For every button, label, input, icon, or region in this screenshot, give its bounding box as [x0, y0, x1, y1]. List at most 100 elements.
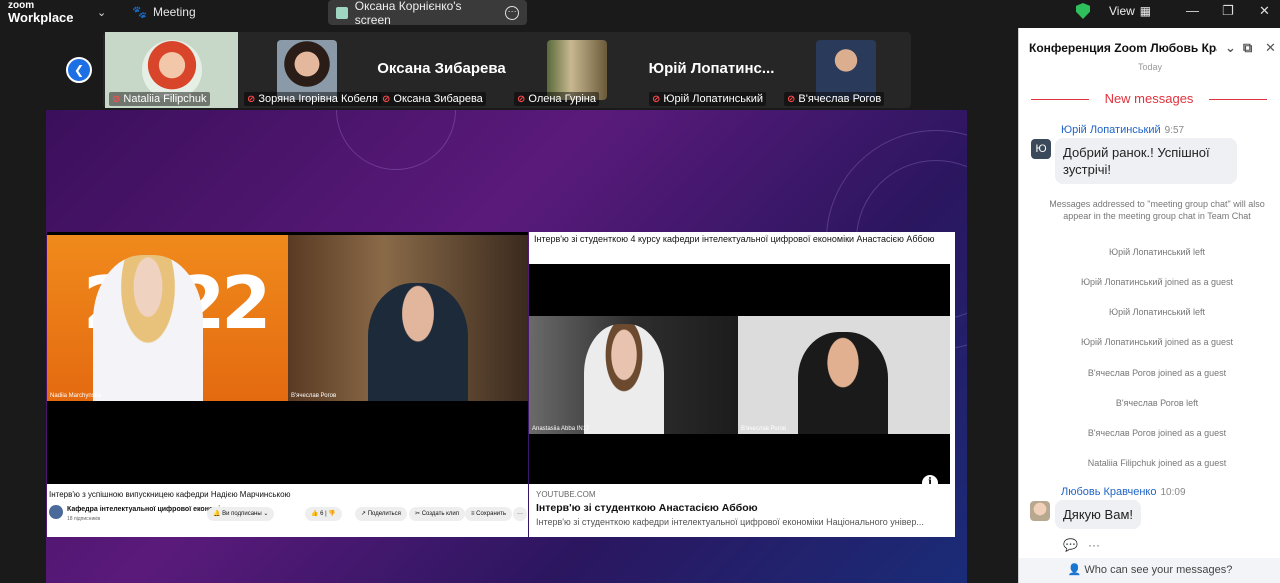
person-image	[798, 332, 888, 434]
message-sender[interactable]: Любовь Кравченко 10:09	[1061, 486, 1186, 498]
participant-name-label: ⊘ В'ячеслав Рогов	[784, 92, 885, 106]
meeting-label: Meeting	[152, 5, 196, 19]
shared-screen: 2022 Nadiia Marchynska В'ячеслав Рогов І…	[46, 110, 967, 583]
chat-panel: Конференция Zoom Любовь Кра... ⌄ ⧉ ✕ Tod…	[1018, 28, 1280, 583]
message-time: 9:57	[1164, 125, 1185, 136]
participant-video	[546, 40, 607, 100]
video-frame-right: В'ячеслав Рогов	[738, 316, 950, 434]
video-frame-left: Anastasiia Abba IN17	[529, 316, 738, 434]
participant-tile[interactable]: Оксана Зибарева ⊘ Оксана Зибарева	[375, 32, 508, 108]
new-messages-divider: New messages	[1031, 91, 1267, 106]
avatar[interactable]	[1030, 501, 1050, 521]
participant-video	[141, 40, 202, 100]
mic-muted-icon: ⊘	[517, 93, 526, 105]
minimize-icon[interactable]: —	[1186, 3, 1199, 18]
screen-share-indicator[interactable]: Оксана Корнієнко's screen ···	[328, 0, 527, 27]
participant-video	[815, 40, 876, 100]
subscribed-button[interactable]: 🔔 Ви подписаны ⌄	[207, 507, 275, 521]
message-time: 10:09	[1160, 487, 1186, 498]
share-button[interactable]: ↗ Поделиться	[355, 507, 407, 521]
system-message: В'ячеслав Рогов joined as a guest	[1087, 428, 1227, 438]
participant-name-label: ⊘ Nataliia Filipchuk	[109, 92, 210, 106]
video-title[interactable]: Інтерв'ю з успішною випускницею кафедри …	[49, 490, 291, 499]
zoom-workplace-logo[interactable]: zoom Workplace	[8, 1, 74, 25]
chevron-down-icon[interactable]: ⌄	[1225, 40, 1236, 56]
participant-tile[interactable]: ⊘ Nataliia Filipchuk	[105, 32, 238, 108]
video-name-tag: Nadiia Marchynska	[50, 393, 102, 399]
participant-tile[interactable]: Юрій Лопатинс... ⊘ Юрій Лопатинський	[645, 32, 778, 108]
video-title[interactable]: Інтерв'ю зі студенткою 4 курсу кафедри і…	[534, 234, 944, 245]
left-video-panel[interactable]: 2022 Nadiia Marchynska В'ячеслав Рогов І…	[47, 232, 528, 537]
previous-page-button[interactable]: ❮	[66, 57, 92, 83]
subscriber-count: 18 підписників	[67, 516, 101, 522]
link-preview-card[interactable]: YOUTUBE.COM Інтерв'ю зі студенткою Анаст…	[529, 484, 955, 537]
message-sender[interactable]: Юрій Лопатинський 9:57	[1061, 124, 1184, 136]
more-options-icon[interactable]: ···	[505, 5, 519, 20]
channel-avatar[interactable]	[49, 505, 63, 519]
brand-line2: Workplace	[8, 10, 74, 25]
participant-big-name: Юрій Лопатинс...	[648, 60, 775, 77]
link-title[interactable]: Інтерв'ю зі студенткою Анастасією Аббою	[536, 502, 758, 514]
chat-title: Конференция Zoom Любовь Кра...	[1029, 41, 1217, 55]
view-button[interactable]: View ▦	[1109, 4, 1151, 18]
more-icon[interactable]: ···	[513, 507, 527, 521]
close-chat-icon[interactable]: ✕	[1265, 40, 1276, 56]
participant-name-label: ⊘ Олена Гуріна	[514, 92, 599, 106]
system-message: Юрій Лопатинський left	[1108, 247, 1206, 257]
message-bubble[interactable]: Добрий ранок.! Успішної зустрічі!	[1055, 138, 1237, 184]
chevron-down-icon[interactable]: ⌄	[97, 6, 106, 19]
right-video-panel[interactable]: Інтерв'ю зі студенткою 4 курсу кафедри і…	[529, 232, 955, 537]
screen-share-label: Оксана Корнієнко's screen	[354, 0, 462, 27]
person-image	[93, 255, 203, 401]
participant-video	[276, 40, 337, 100]
top-bar: zoom Workplace ⌄ 🐾 Meeting Оксана Корніє…	[0, 0, 1018, 28]
video-frame-left: 2022 Nadiia Marchynska	[47, 235, 288, 401]
grid-icon: ▦	[1139, 4, 1152, 18]
participant-name-label: ⊘ Зоряна Ігорівна Кобеля	[244, 92, 381, 106]
like-button[interactable]: 👍 6 | 👎	[305, 507, 342, 521]
decoration	[336, 110, 456, 170]
paw-icon: 🐾	[132, 5, 147, 19]
system-message: В'ячеслав Рогов left	[1115, 398, 1199, 408]
maximize-icon[interactable]: ❐	[1222, 3, 1234, 19]
participant-name-label: ⊘ Юрій Лопатинський	[649, 92, 767, 106]
mic-muted-icon: ⊘	[652, 93, 661, 105]
system-message: В'ячеслав Рогов joined as a guest	[1087, 368, 1227, 378]
who-can-see-messages-link[interactable]: 👤 Who can see your messages?	[1019, 558, 1280, 583]
mic-muted-icon: ⊘	[112, 93, 121, 105]
youtube-info-bar: Інтерв'ю з успішною випускницею кафедри …	[47, 484, 528, 537]
more-icon[interactable]: ···	[1088, 538, 1100, 552]
person-image	[368, 283, 468, 401]
reply-icon[interactable]: 💬	[1063, 538, 1078, 552]
screen-share-icon	[336, 6, 348, 19]
video-name-tag: В'ячеслав Рогов	[741, 426, 787, 432]
close-window-icon[interactable]: ✕	[1259, 3, 1270, 19]
link-source: YOUTUBE.COM	[536, 490, 596, 499]
video-player[interactable]: Anastasiia Abba IN17 В'ячеслав Рогов	[529, 264, 950, 484]
popout-icon[interactable]: ⧉	[1243, 40, 1252, 56]
clip-button[interactable]: ✂ Создать клип	[409, 507, 465, 521]
mic-muted-icon: ⊘	[787, 93, 796, 105]
meeting-menu-button[interactable]: 🐾 Meeting	[132, 5, 196, 19]
participant-name-label: ⊘ Оксана Зибарева	[379, 92, 486, 106]
view-label: View	[1109, 4, 1135, 18]
mic-muted-icon: ⊘	[382, 93, 391, 105]
person-image	[584, 324, 664, 434]
participant-tile[interactable]: ⊘ Зоряна Ігорівна Кобеля	[240, 32, 381, 108]
message-text: Добрий ранок.! Успішної	[1063, 145, 1210, 160]
avatar[interactable]: Ю	[1031, 139, 1051, 159]
date-divider: Today	[1137, 62, 1163, 72]
system-message: Юрій Лопатинський joined as a guest	[1080, 277, 1234, 287]
save-button[interactable]: ≡ Сохранить	[465, 507, 512, 521]
participant-tile[interactable]: ⊘ Олена Гуріна	[510, 32, 643, 108]
system-message: Юрій Лопатинський left	[1108, 307, 1206, 317]
system-message: Nataliia Filipchuk joined as a guest	[1087, 458, 1227, 468]
participant-tile[interactable]: ⊘ В'ячеслав Рогов	[780, 32, 911, 108]
message-text: Дякую Вам!	[1063, 507, 1133, 522]
video-frame-right: В'ячеслав Рогов	[288, 235, 528, 401]
security-shield-icon[interactable]	[1076, 3, 1090, 19]
video-name-tag: В'ячеслав Рогов	[291, 393, 337, 399]
channel-name[interactable]: Кафедра інтелектуальної цифрової економі…	[67, 506, 228, 513]
video-name-tag: Anastasiia Abba IN17	[532, 426, 590, 432]
message-bubble[interactable]: Дякую Вам!	[1055, 500, 1141, 529]
